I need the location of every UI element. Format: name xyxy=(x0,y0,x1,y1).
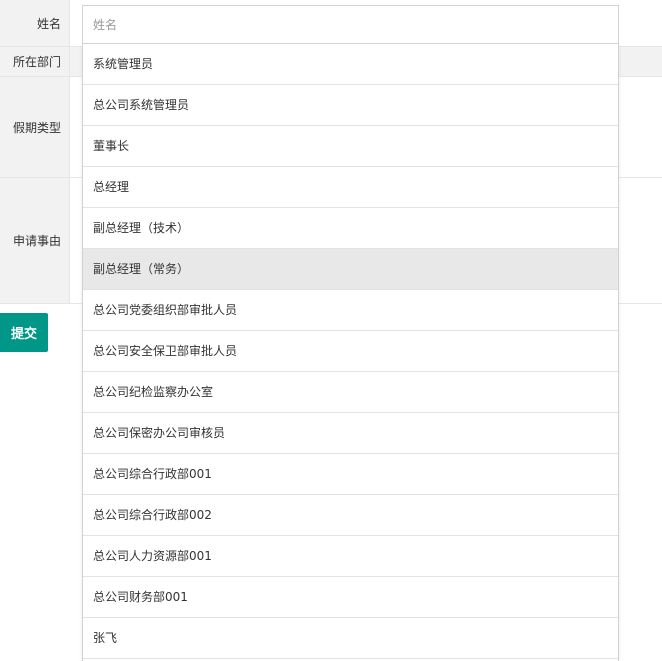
dropdown-option[interactable]: 系统管理员 xyxy=(83,44,618,85)
leave-type-label: 假期类型 xyxy=(0,77,70,177)
dropdown-option[interactable]: 总公司安全保卫部审批人员 xyxy=(83,331,618,372)
dropdown-option[interactable]: 张飞 xyxy=(83,618,618,659)
dropdown-option[interactable]: 总公司纪检监察办公室 xyxy=(83,372,618,413)
dropdown-option[interactable]: 副总经理（技术） xyxy=(83,208,618,249)
dropdown-option[interactable]: 董事长 xyxy=(83,126,618,167)
name-label: 姓名 xyxy=(0,0,70,46)
name-input[interactable] xyxy=(82,5,619,43)
department-label: 所在部门 xyxy=(0,47,70,76)
dropdown-option[interactable]: 副总经理（常务） xyxy=(83,249,618,290)
name-suggestion-dropdown[interactable]: 系统管理员 总公司系统管理员 董事长 总经理 副总经理（技术） 副总经理（常务） 总公司党委… xyxy=(82,43,619,661)
dropdown-option[interactable]: 总公司党委组织部审批人员 xyxy=(83,290,618,331)
dropdown-option[interactable]: 总公司综合行政部001 xyxy=(83,454,618,495)
dropdown-option[interactable]: 总公司保密办公司审核员 xyxy=(83,413,618,454)
dropdown-option[interactable]: 总公司综合行政部002 xyxy=(83,495,618,536)
submit-button[interactable]: 提交 xyxy=(0,313,48,352)
dropdown-option[interactable]: 总公司系统管理员 xyxy=(83,85,618,126)
reason-label: 申请事由 xyxy=(0,178,70,303)
dropdown-option[interactable]: 总经理 xyxy=(83,167,618,208)
dropdown-option[interactable]: 总公司财务部001 xyxy=(83,577,618,618)
dropdown-option[interactable]: 总公司人力资源部001 xyxy=(83,536,618,577)
